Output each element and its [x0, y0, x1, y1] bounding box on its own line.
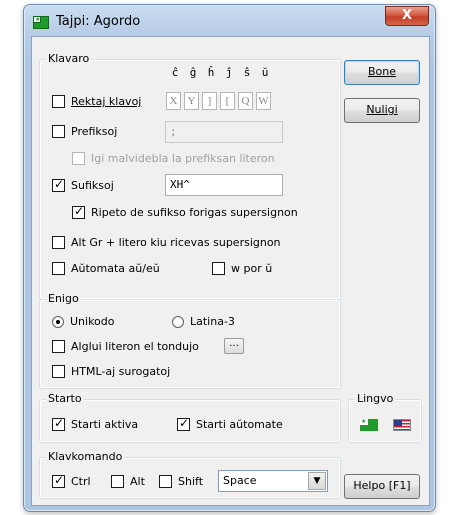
direct-key-j[interactable]: [ — [220, 92, 235, 110]
automata-box[interactable] — [52, 262, 65, 275]
direct-key-s[interactable]: Q — [238, 92, 253, 110]
ripeto-label: Ripeto de sufikso forigas supersignon — [91, 206, 298, 219]
alglui-checkbox[interactable]: Alglui literon el tondujo — [52, 340, 199, 353]
alt-box[interactable] — [111, 475, 124, 488]
prefiksoj-checkbox[interactable]: Prefiksoj — [52, 125, 117, 138]
char-g-circumflex: ĝ — [189, 66, 197, 79]
alglui-box[interactable] — [52, 340, 65, 353]
direct-key-g[interactable]: Y — [184, 92, 199, 110]
helpo-button-label: Helpo [F1] — [353, 479, 411, 492]
igi-malvidebla-box[interactable] — [72, 152, 85, 165]
close-button[interactable]: X — [385, 6, 429, 26]
direct-keys-row: X Y ] [ Q W — [166, 92, 274, 110]
lingvo-group-title: Lingvo — [355, 392, 396, 405]
accented-char-header: ĉ ĝ ĥ ĵ ŝ ŭ — [166, 66, 274, 79]
usa-flag-icon[interactable] — [393, 419, 411, 431]
starti-aktiva-box[interactable]: ✓ — [52, 416, 65, 431]
rektaj-klavoj-checkbox[interactable]: Rektaj klavoj — [52, 95, 141, 108]
ctrl-checkbox[interactable]: ✓ Ctrl — [52, 473, 91, 488]
hotkey-select[interactable]: Space ▼ — [218, 470, 328, 492]
w-por-u-label: w por ŭ — [231, 262, 273, 275]
starti-aktiva-label: Starti aktiva — [71, 418, 139, 431]
latina-3-label: Latina-3 — [190, 315, 235, 328]
suffix-input[interactable]: XH^ — [165, 174, 283, 196]
starto-group-title: Starto — [46, 392, 84, 405]
bone-button-label: Bone — [367, 65, 396, 78]
check-mark-icon: ✓ — [179, 416, 190, 430]
esperanto-flag-icon: ★ — [33, 16, 49, 29]
starti-automate-box[interactable]: ✓ — [177, 416, 190, 431]
direct-key-c[interactable]: X — [166, 92, 181, 110]
nuligi-button[interactable]: Nuligi — [344, 98, 420, 123]
altgr-box[interactable] — [52, 236, 65, 249]
sufiksoj-checkbox[interactable]: ✓ Sufiksoj — [52, 177, 114, 192]
igi-malvidebla-checkbox[interactable]: Igi malvidebla la prefiksan literon — [72, 152, 275, 165]
w-por-u-box[interactable] — [212, 262, 225, 275]
alglui-browse-button[interactable]: ... — [224, 338, 244, 354]
automata-label: Aŭtomata aŭ/eŭ — [71, 262, 160, 275]
starti-automate-label: Starti aŭtomate — [196, 418, 283, 431]
check-mark-icon: ✓ — [54, 473, 65, 487]
starti-aktiva-checkbox[interactable]: ✓ Starti aktiva — [52, 416, 139, 431]
klavkomando-group-title: Klavkomando — [46, 450, 125, 463]
rektaj-klavoj-label: Rektaj klavoj — [71, 95, 142, 108]
shift-checkbox[interactable]: Shift — [159, 475, 203, 488]
char-h-circumflex: ĥ — [207, 66, 215, 79]
sufiksoj-box[interactable]: ✓ — [52, 177, 65, 192]
esperanto-flag-icon[interactable]: ★ — [360, 418, 378, 431]
unikodo-radio-circle[interactable] — [52, 315, 64, 328]
shift-label: Shift — [178, 475, 204, 488]
rektaj-klavoj-box[interactable] — [52, 95, 65, 108]
bone-button[interactable]: Bone — [344, 60, 420, 85]
alt-label: Alt — [130, 475, 145, 488]
w-por-u-checkbox[interactable]: w por ŭ — [212, 262, 272, 275]
settings-dialog-window: ★ Tajpi: Agordo X Klavaro ĉ ĝ ĥ ĵ ŝ ŭ Re… — [23, 4, 436, 512]
ripeto-checkbox[interactable]: ✓ Ripeto de sufikso forigas supersignon — [72, 204, 298, 219]
sufiksoj-label: Sufiksoj — [71, 179, 114, 192]
check-mark-icon: ✓ — [54, 177, 65, 191]
starti-automate-checkbox[interactable]: ✓ Starti aŭtomate — [177, 416, 283, 431]
helpo-button[interactable]: Helpo [F1] — [344, 474, 420, 499]
title-bar[interactable]: ★ Tajpi: Agordo X — [24, 5, 435, 39]
dropdown-arrow-icon[interactable]: ▼ — [308, 472, 326, 490]
dialog-client-area: Klavaro ĉ ĝ ĥ ĵ ŝ ŭ Rektaj klavoj X Y ] … — [31, 36, 430, 506]
altgr-label: Alt Gr + litero kiu ricevas supersignon — [71, 236, 281, 249]
altgr-checkbox[interactable]: Alt Gr + litero kiu ricevas supersignon — [52, 236, 281, 249]
char-s-circumflex: ŝ — [243, 66, 251, 79]
latina-3-radio[interactable]: Latina-3 — [172, 315, 235, 328]
hotkey-select-value: Space — [223, 474, 257, 487]
unikodo-label: Unikodo — [70, 315, 115, 328]
klavaro-group-title: Klavaro — [46, 52, 92, 65]
char-c-circumflex: ĉ — [171, 66, 179, 79]
html-surogatoj-label: HTML-aj surogatoj — [71, 365, 171, 378]
html-surogatoj-box[interactable] — [52, 365, 65, 378]
direct-key-h[interactable]: ] — [202, 92, 217, 110]
ctrl-box[interactable]: ✓ — [52, 473, 65, 488]
alglui-label: Alglui literon el tondujo — [71, 340, 199, 353]
shift-box[interactable] — [159, 475, 172, 488]
ripeto-box[interactable]: ✓ — [72, 204, 85, 219]
prefix-input[interactable]: ; — [165, 121, 283, 143]
window-title: Tajpi: Agordo — [56, 14, 141, 29]
unikodo-radio[interactable]: Unikodo — [52, 315, 115, 328]
direct-key-u[interactable]: W — [256, 92, 271, 110]
prefiksoj-box[interactable] — [52, 125, 65, 138]
check-mark-icon: ✓ — [74, 204, 85, 218]
automata-checkbox[interactable]: Aŭtomata aŭ/eŭ — [52, 262, 160, 275]
igi-malvidebla-label: Igi malvidebla la prefiksan literon — [91, 152, 275, 165]
latina-3-radio-circle[interactable] — [172, 315, 184, 328]
char-j-circumflex: ĵ — [225, 66, 233, 79]
check-mark-icon: ✓ — [54, 416, 65, 430]
html-surogatoj-checkbox[interactable]: HTML-aj surogatoj — [52, 365, 170, 378]
alt-checkbox[interactable]: Alt — [111, 475, 145, 488]
char-u-breve: ŭ — [261, 66, 269, 79]
prefiksoj-label: Prefiksoj — [71, 125, 118, 138]
nuligi-button-label: Nuligi — [366, 103, 398, 116]
ctrl-label: Ctrl — [71, 475, 91, 488]
enigo-group-title: Enigo — [46, 292, 81, 305]
